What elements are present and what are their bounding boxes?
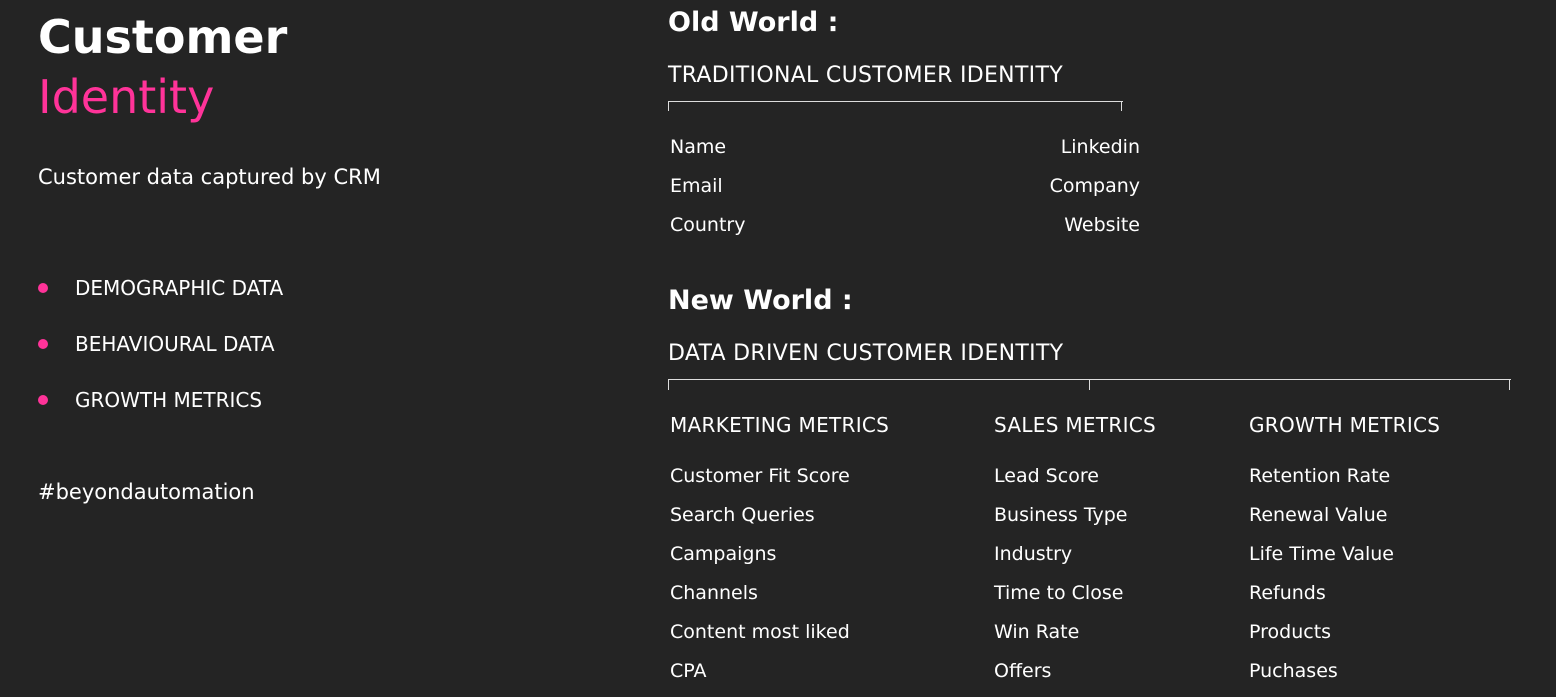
growth-metric-item: Retention Rate — [1249, 465, 1391, 487]
bullet-list: DEMOGRAPHIC DATA BEHAVIOURAL DATA GROWTH… — [38, 272, 283, 440]
old-world-heading: Old World : — [668, 7, 839, 38]
bullet-dot-icon — [38, 395, 48, 405]
old-bracket-tick-right — [1121, 101, 1122, 111]
growth-metric-item: Renewal Value — [1249, 504, 1388, 526]
old-world-subheading: TRADITIONAL CUSTOMER IDENTITY — [668, 63, 1063, 88]
title-identity: Identity — [38, 70, 215, 124]
bullet-item: GROWTH METRICS — [38, 384, 283, 440]
subtitle: Customer data captured by CRM — [38, 165, 381, 189]
bullet-dot-icon — [38, 339, 48, 349]
bullet-label: BEHAVIOURAL DATA — [75, 332, 275, 356]
bullet-item: DEMOGRAPHIC DATA — [38, 272, 283, 328]
growth-metric-item: Products — [1249, 621, 1332, 643]
sales-metric-item: Time to Close — [994, 582, 1124, 604]
growth-metric-item: Puchases — [1249, 660, 1338, 682]
sales-metric-item: Win Rate — [994, 621, 1080, 643]
marketing-metric-item: Campaigns — [670, 543, 777, 565]
new-world-subheading: DATA DRIVEN CUSTOMER IDENTITY — [668, 341, 1064, 366]
title-customer: Customer — [38, 10, 288, 64]
old-field-website: Website — [1064, 214, 1140, 236]
marketing-metric-item: Channels — [670, 582, 758, 604]
growth-metrics-heading: GROWTH METRICS — [1249, 413, 1441, 437]
old-field-country: Country — [670, 214, 746, 236]
marketing-metric-item: CPA — [670, 660, 707, 682]
old-bracket-tick-left — [668, 101, 669, 111]
new-bracket-tick-middle — [1089, 379, 1090, 390]
marketing-metrics-heading: MARKETING METRICS — [670, 413, 890, 437]
bullet-dot-icon — [38, 283, 48, 293]
sales-metrics-heading: SALES METRICS — [994, 413, 1157, 437]
old-field-email: Email — [670, 175, 723, 197]
growth-metric-item: Refunds — [1249, 582, 1326, 604]
bullet-label: GROWTH METRICS — [75, 388, 263, 412]
growth-metric-item: Life Time Value — [1249, 543, 1394, 565]
old-bracket-line — [668, 101, 1123, 102]
new-world-heading: New World : — [668, 285, 853, 316]
new-bracket-tick-right — [1509, 379, 1510, 390]
new-bracket-tick-left — [668, 379, 669, 390]
marketing-metric-item: Content most liked — [670, 621, 850, 643]
marketing-metric-item: Customer Fit Score — [670, 465, 850, 487]
old-field-linkedin: Linkedin — [1060, 136, 1140, 158]
marketing-metric-item: Search Queries — [670, 504, 815, 526]
old-field-name: Name — [670, 136, 727, 158]
bullet-item: BEHAVIOURAL DATA — [38, 328, 283, 384]
sales-metric-item: Business Type — [994, 504, 1128, 526]
sales-metric-item: Offers — [994, 660, 1052, 682]
sales-metric-item: Industry — [994, 543, 1073, 565]
old-field-company: Company — [1049, 175, 1140, 197]
hashtag: #beyondautomation — [38, 480, 255, 504]
sales-metric-item: Lead Score — [994, 465, 1099, 487]
bullet-label: DEMOGRAPHIC DATA — [75, 276, 284, 300]
